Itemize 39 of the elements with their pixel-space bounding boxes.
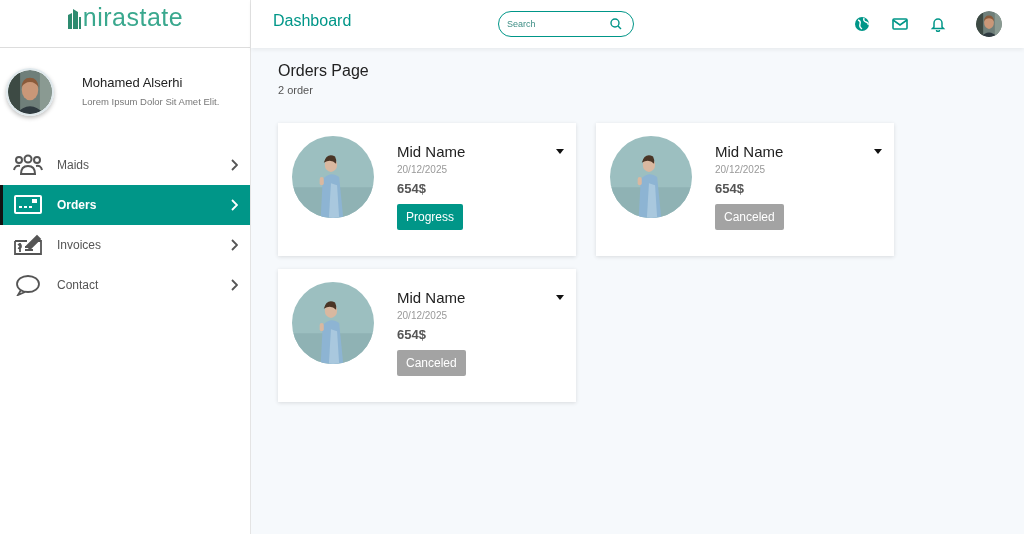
order-date: 20/12/2025 (715, 164, 766, 175)
people-icon (13, 154, 43, 175)
search-field[interactable]: Search (498, 11, 634, 37)
order-date: 20/12/2025 (397, 310, 448, 321)
search-icon (610, 18, 622, 30)
user-name: Mohamed Alserhi (82, 75, 184, 90)
chevron-right-icon (230, 159, 238, 171)
page-title: Orders Page (278, 62, 370, 80)
status-button[interactable]: Canceled (397, 350, 466, 376)
nav-item[interactable]: Contact (0, 265, 250, 305)
chat-icon (15, 275, 40, 296)
order-name: Mid Name (397, 289, 466, 306)
status-button[interactable]: Canceled (715, 204, 784, 230)
mail-icon[interactable] (892, 16, 908, 32)
order-name: Mid Name (715, 143, 784, 160)
user-subtitle: Lorem Ipsum Dolor Sit Amet Elit. (82, 96, 220, 107)
nav-item[interactable]: Maids (0, 145, 250, 185)
building-icon (66, 6, 81, 29)
order-price: 654$ (397, 181, 426, 196)
order-date: 20/12/2025 (397, 164, 448, 175)
order-name: Mid Name (397, 143, 466, 160)
caret-down-icon[interactable] (874, 149, 882, 154)
chevron-right-icon (230, 239, 238, 251)
logo-text: nirastate (82, 3, 184, 32)
invoice-icon (14, 234, 42, 255)
order-price: 654$ (715, 181, 744, 196)
chevron-right-icon (230, 279, 238, 291)
card-icon (14, 195, 42, 214)
status-button[interactable]: Progress (397, 204, 464, 230)
order-price: 654$ (397, 327, 426, 342)
nav-item[interactable]: Orders (0, 185, 250, 225)
bell-icon[interactable] (930, 16, 946, 32)
order-count: 2 order (278, 84, 314, 96)
page-header-title: Dashboard (273, 12, 353, 30)
chevron-right-icon (230, 199, 238, 211)
globe-icon[interactable] (854, 16, 870, 32)
caret-down-icon[interactable] (556, 149, 564, 154)
caret-down-icon[interactable] (556, 295, 564, 300)
nav-item[interactable]: Invoices (0, 225, 250, 265)
